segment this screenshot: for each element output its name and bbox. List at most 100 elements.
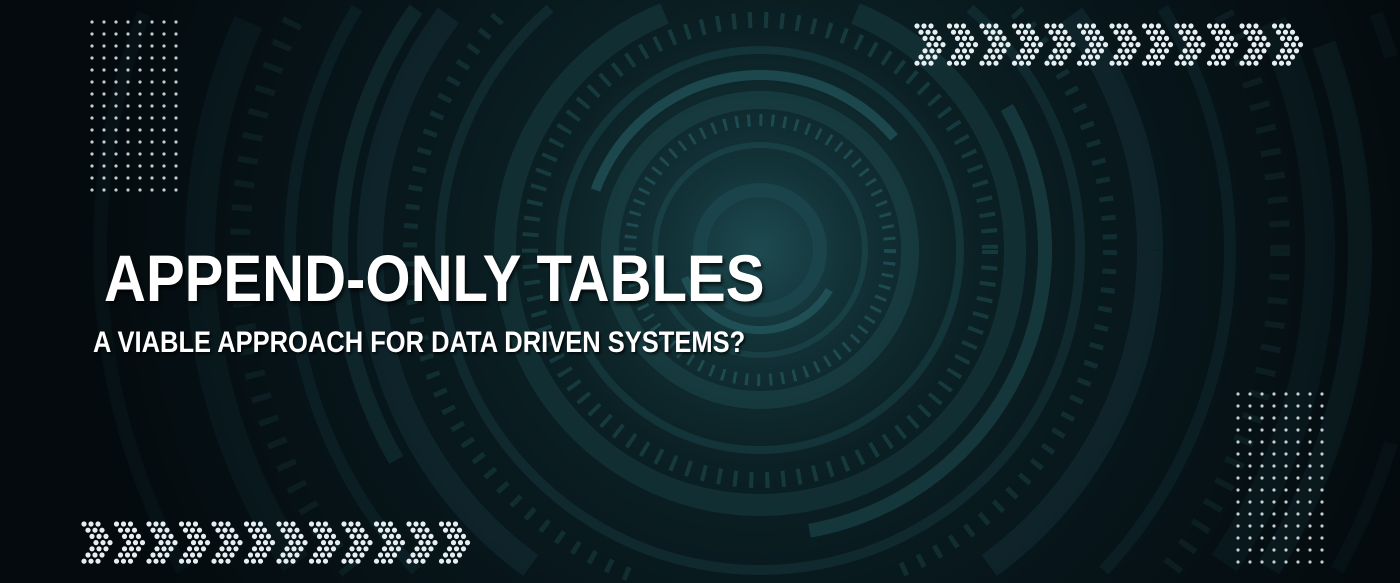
top-chevron-dot: [925, 29, 931, 35]
bottom-chevron-dot: [348, 558, 354, 564]
top-chevron-dot: [1131, 48, 1137, 54]
top-chevron-dot: [1220, 23, 1227, 29]
top-chevron-dot: [950, 29, 957, 35]
top-left-grid-dot: [162, 56, 166, 60]
bottom-chevron-dot: [355, 558, 361, 564]
bottom-right-grid-dot: [1284, 404, 1288, 408]
top-chevron-dot: [1029, 29, 1036, 35]
bottom-right-grid-dot: [1296, 512, 1300, 516]
top-left-grid-dot: [126, 56, 130, 60]
bottom-right-grid-dot: [1320, 416, 1324, 420]
top-chevron-dot: [979, 23, 985, 29]
bottom-right-grid-dot: [1320, 464, 1324, 468]
bottom-chevron-dot: [276, 521, 282, 527]
bottom-chevron-dot: [457, 540, 464, 546]
top-left-grid-dot: [150, 140, 154, 144]
top-left-grid-dot: [138, 128, 142, 132]
top-chevron-dot: [1279, 35, 1286, 42]
bottom-chevron-dot: [424, 527, 430, 533]
bottom-chevron-dot: [96, 533, 102, 540]
top-chevron-dot: [926, 42, 932, 48]
top-chevron-dot: [1019, 48, 1026, 54]
top-chevron-dot: [1247, 48, 1253, 54]
top-chevron-dot: [1087, 54, 1094, 60]
bottom-chevron-dot: [254, 552, 261, 558]
bottom-right-grid-dot: [1308, 500, 1312, 504]
bottom-chevron-dot: [445, 558, 452, 564]
bottom-chevron-dot: [418, 540, 424, 546]
bottom-chevron-dot: [132, 540, 139, 546]
top-chevron-dot: [929, 48, 935, 54]
bottom-right-grid-dot: [1296, 464, 1300, 468]
top-left-grid-dot: [90, 92, 94, 96]
top-chevron-dot: [1286, 35, 1293, 42]
bottom-chevron-dot: [367, 540, 373, 546]
top-chevron-dot: [940, 42, 946, 48]
top-chevron-dot: [1080, 54, 1087, 60]
bottom-chevron-dot: [247, 527, 254, 533]
top-chevron-dot: [1246, 60, 1252, 66]
bottom-chevron-dot: [452, 558, 459, 564]
top-chevron-dot: [1055, 29, 1061, 35]
top-left-grid-dot: [138, 80, 142, 84]
bottom-right-grid-dot: [1260, 500, 1264, 504]
top-chevron-dot: [1070, 42, 1076, 48]
top-chevron-dot: [1033, 48, 1040, 54]
top-chevron-dot: [1059, 48, 1065, 54]
top-chevron-dot: [1011, 60, 1018, 66]
top-left-grid-dot: [114, 116, 118, 120]
bottom-chevron-dot: [373, 521, 380, 527]
top-left-grid-dot: [174, 44, 178, 48]
bottom-chevron-dot: [218, 558, 224, 564]
top-chevron-dot: [1127, 29, 1133, 35]
top-chevron-dot: [1200, 42, 1206, 48]
bottom-chevron-dot: [103, 533, 109, 540]
bottom-chevron-dot: [124, 552, 131, 558]
bottom-chevron-dot: [164, 527, 170, 533]
bottom-right-grid-dot: [1308, 464, 1312, 468]
bottom-right-grid-dot: [1272, 524, 1276, 528]
top-chevron-dot: [1152, 54, 1159, 60]
top-left-grid-dot: [90, 188, 94, 192]
top-left-grid-dot: [162, 140, 166, 144]
top-left-grid-dot: [90, 164, 94, 168]
top-left-grid-dot: [174, 104, 178, 108]
bottom-right-grid-dot: [1284, 476, 1288, 480]
top-chevron-dot: [1030, 42, 1037, 48]
bottom-chevron-dot: [85, 527, 91, 533]
bottom-chevron-dot: [413, 558, 419, 564]
bottom-chevron-dot: [345, 552, 351, 558]
top-left-grid-dot: [90, 128, 94, 132]
top-left-grid-dot: [114, 164, 118, 168]
top-left-grid-dot: [138, 68, 142, 72]
top-chevron-dot: [1022, 29, 1029, 35]
top-chevron-dot: [1186, 42, 1192, 48]
top-chevron-dot: [998, 42, 1004, 48]
bottom-chevron-dot: [438, 521, 445, 527]
bottom-chevron-dot: [316, 533, 323, 540]
top-chevron-dot: [1181, 60, 1187, 66]
top-chevron-dot: [1059, 35, 1065, 42]
top-chevron-dot: [946, 23, 953, 29]
bottom-chevron-dot: [89, 546, 95, 552]
bottom-chevron-dot: [81, 521, 87, 527]
top-chevron-dot: [1225, 42, 1232, 48]
bottom-right-grid-dot: [1320, 488, 1324, 492]
bottom-chevron-dot: [453, 533, 460, 540]
top-chevron-dot: [922, 35, 928, 42]
top-chevron-dot: [1275, 29, 1282, 35]
bottom-chevron-dot: [356, 533, 362, 540]
bottom-chevron-dot: [168, 546, 174, 552]
top-chevron-dot: [928, 60, 934, 66]
bottom-right-grid-dot: [1248, 536, 1252, 540]
bottom-right-grid-dot: [1308, 524, 1312, 528]
bottom-chevron-dot: [127, 521, 134, 527]
top-left-grid-dot: [162, 20, 166, 24]
top-chevron-dot: [960, 60, 967, 66]
top-left-grid-dot: [102, 176, 106, 180]
bottom-chevron-dot: [295, 540, 301, 546]
top-left-grid-dot: [102, 20, 106, 24]
bottom-chevron-dot: [291, 533, 297, 540]
bottom-right-grid-dot: [1320, 548, 1324, 552]
bottom-chevron-dot: [294, 527, 300, 533]
